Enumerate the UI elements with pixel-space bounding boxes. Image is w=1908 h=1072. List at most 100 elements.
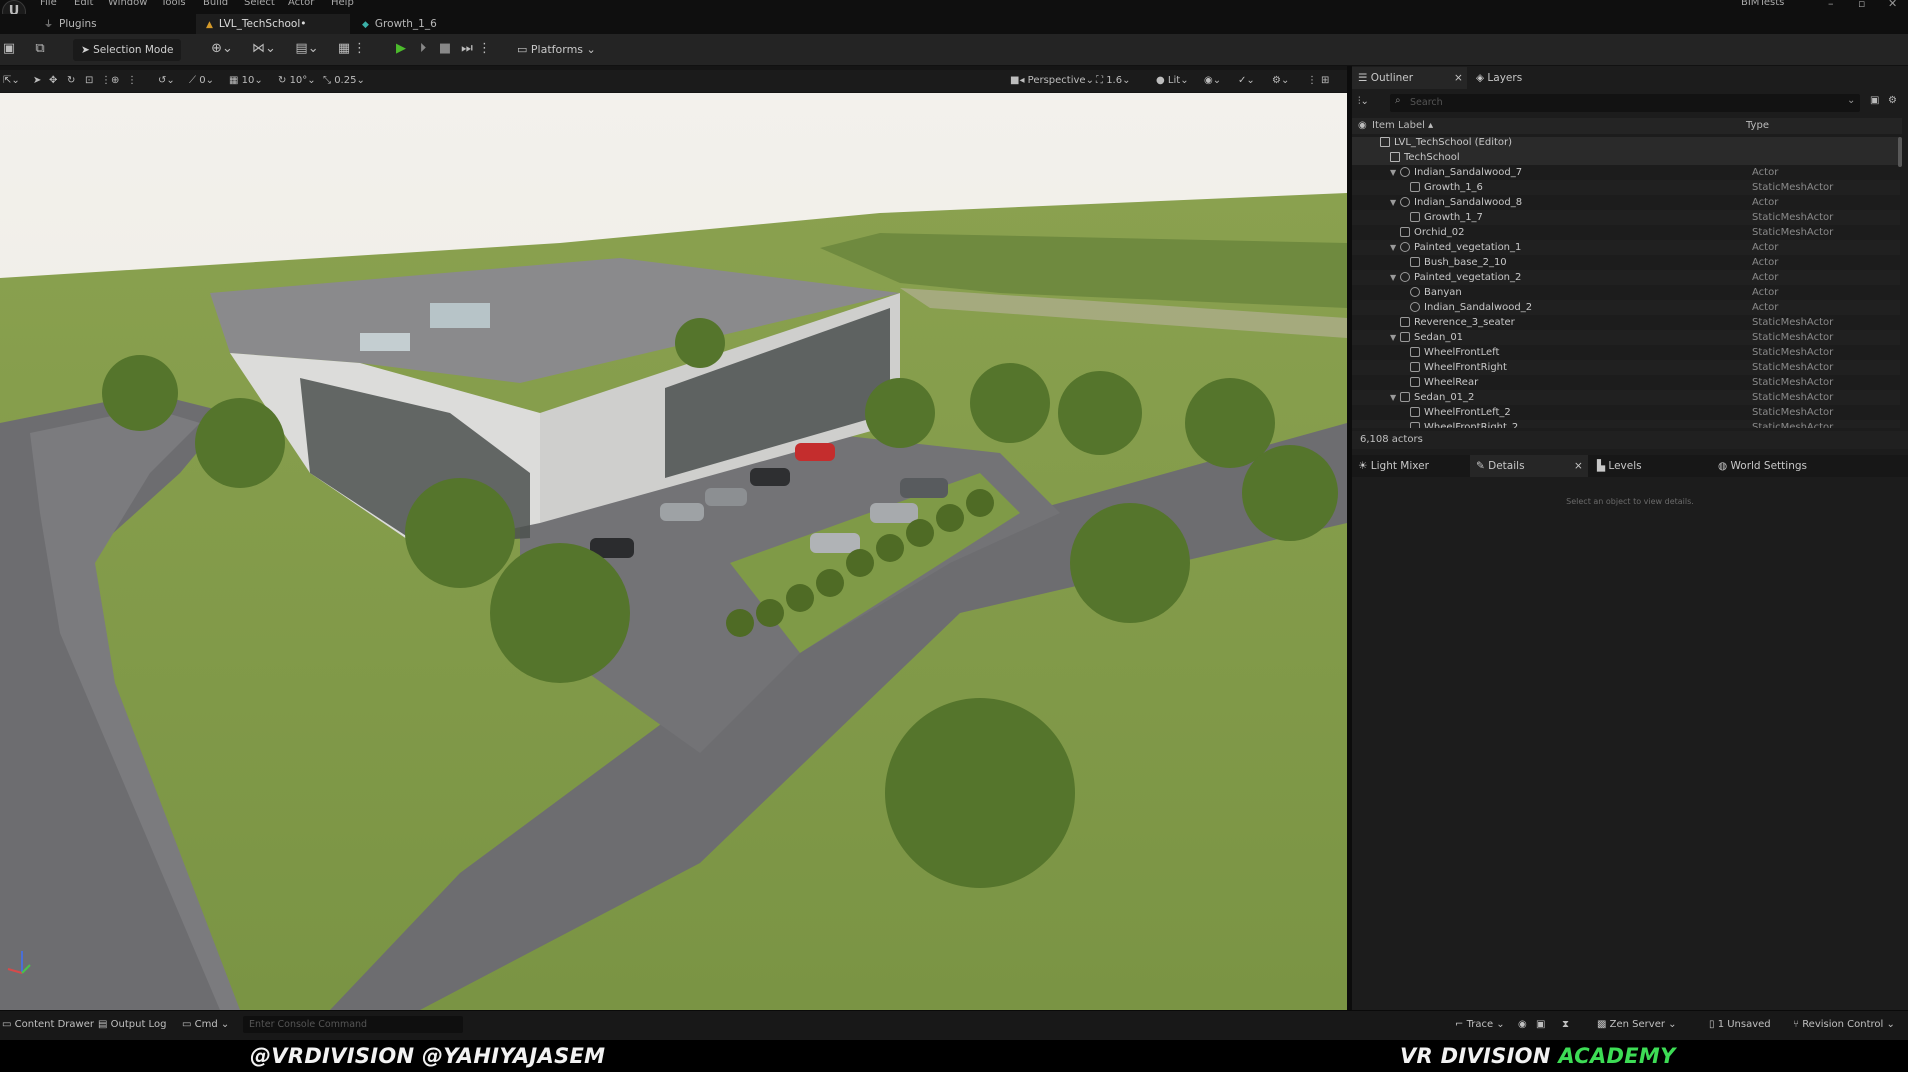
play-options-icon[interactable]: ⋮ xyxy=(478,40,491,58)
hourglass-icon[interactable]: ⧗ xyxy=(1562,1018,1569,1032)
outliner-row[interactable]: WheelFrontLeft_2 StaticMeshActor xyxy=(1352,405,1900,420)
tab-outliner[interactable]: ☰ Outliner × xyxy=(1352,67,1467,89)
cinematics-icon[interactable]: ▤⌄ xyxy=(293,40,321,58)
stop-icon[interactable]: ■ xyxy=(436,40,454,58)
menu-select[interactable]: Select xyxy=(244,0,275,8)
platforms-dropdown[interactable]: ▭ Platforms ⌄ xyxy=(517,40,596,60)
column-item-label[interactable]: Item Label ▴ xyxy=(1372,118,1433,134)
maximize-icon[interactable]: ▫ xyxy=(1858,0,1865,10)
outliner-row[interactable]: TechSchool xyxy=(1352,150,1900,165)
expand-arrow-icon[interactable]: ▼ xyxy=(1390,240,1396,255)
layout-icon[interactable]: ⊞ xyxy=(1321,73,1329,89)
tab-light-mixer[interactable]: ☀ Light Mixer xyxy=(1352,455,1467,477)
outliner-row[interactable]: Banyan Actor xyxy=(1352,285,1900,300)
outliner-row[interactable]: ▼ Painted_vegetation_1 Actor xyxy=(1352,240,1900,255)
outliner-row[interactable]: Growth_1_6 StaticMeshActor xyxy=(1352,180,1900,195)
more-icon[interactable]: ⋮ xyxy=(353,40,366,58)
outliner-row[interactable]: Bush_base_2_10 Actor xyxy=(1352,255,1900,270)
add-actor-icon[interactable]: ⊕⌄ xyxy=(208,40,236,58)
build-icon[interactable]: ▦ xyxy=(335,40,353,58)
rotate-tool-icon[interactable]: ↻ xyxy=(67,73,75,89)
menu-help[interactable]: Help xyxy=(331,0,354,8)
world-local-icon[interactable]: ⊕ xyxy=(111,73,119,89)
tab-layers[interactable]: ◈ Layers xyxy=(1470,67,1550,89)
unsaved-button[interactable]: ▯ 1 Unsaved xyxy=(1709,1018,1771,1032)
scale-snap-button[interactable]: ⤡ 0.25⌄ xyxy=(323,73,365,89)
perspective-dropdown[interactable]: ■◂ Perspective⌄ xyxy=(1010,73,1094,89)
tab-plugins[interactable]: ⏚ Plugins xyxy=(34,14,194,34)
menu-file[interactable]: File xyxy=(40,0,57,8)
show-flags-icon[interactable]: ◉⌄ xyxy=(1204,73,1221,89)
close-tab-icon[interactable]: × xyxy=(1574,455,1583,477)
column-type[interactable]: Type xyxy=(1746,118,1769,134)
trace-dropdown[interactable]: ⌐ Trace ⌄ xyxy=(1455,1018,1505,1032)
step-icon[interactable]: ⏵ xyxy=(414,40,432,58)
outliner-search-input[interactable]: Search xyxy=(1390,94,1860,112)
menu-edit[interactable]: Edit xyxy=(74,0,93,8)
minimize-icon[interactable]: – xyxy=(1828,0,1834,10)
scale-tool-icon[interactable]: ⊡ xyxy=(85,73,93,89)
selection-mode-dropdown[interactable]: ➤ Selection Mode ⌄ xyxy=(73,39,181,78)
more-icon[interactable]: ⋮ xyxy=(101,73,111,89)
angle-snap-button[interactable]: ↻ 10°⌄ xyxy=(278,73,316,89)
outliner-row[interactable]: Reverence_3_seater StaticMeshActor xyxy=(1352,315,1900,330)
select-tool-icon[interactable]: ➤ xyxy=(33,73,41,89)
close-tab-icon[interactable]: × xyxy=(1454,67,1463,89)
blueprint-icon[interactable]: ⋈⌄ xyxy=(250,40,278,58)
add-folder-icon[interactable]: ▣ xyxy=(1870,95,1879,106)
menu-actor[interactable]: Actor xyxy=(288,0,314,8)
grid-snap-button[interactable]: ▦ 10⌄ xyxy=(229,73,263,89)
outliner-row[interactable]: LVL_TechSchool (Editor) xyxy=(1352,137,1900,150)
close-window-icon[interactable]: ✕ xyxy=(1888,0,1897,10)
camera-speed-dropdown[interactable]: ⛶ 1.6⌄ xyxy=(1096,73,1130,89)
outliner-row[interactable]: WheelFrontRight StaticMeshActor xyxy=(1352,360,1900,375)
level-viewport[interactable] xyxy=(0,93,1347,1010)
outliner-row[interactable]: WheelFrontLeft StaticMeshActor xyxy=(1352,345,1900,360)
lit-dropdown[interactable]: ● Lit⌄ xyxy=(1156,73,1189,89)
menu-tools[interactable]: Tools xyxy=(161,0,186,8)
record-icon[interactable]: ◉ xyxy=(1518,1018,1527,1032)
outliner-row[interactable]: ▼ Indian_Sandalwood_8 Actor xyxy=(1352,195,1900,210)
outliner-row[interactable]: WheelFrontRight_2 StaticMeshActor xyxy=(1352,420,1900,428)
outliner-row[interactable]: Orchid_02 StaticMeshActor xyxy=(1352,225,1900,240)
outliner-row[interactable]: ▼ Sedan_01 StaticMeshActor xyxy=(1352,330,1900,345)
expand-arrow-icon[interactable]: ▼ xyxy=(1390,270,1396,285)
tab-growth[interactable]: ◆ Growth_1_6 xyxy=(352,14,502,34)
outliner-row[interactable]: ▼ Sedan_01_2 StaticMeshActor xyxy=(1352,390,1900,405)
settings-icon[interactable]: ⚙⌄ xyxy=(1272,73,1289,89)
zen-server-dropdown[interactable]: ▩ Zen Server ⌄ xyxy=(1597,1018,1677,1032)
play-icon[interactable]: ▶ xyxy=(392,40,410,58)
screenshot-icon[interactable]: ▣ xyxy=(1536,1018,1545,1032)
chevron-down-icon[interactable]: ⌄ xyxy=(1847,95,1855,106)
content-drawer-button[interactable]: ▭ Content Drawer xyxy=(2,1018,94,1032)
outliner-row[interactable]: ▼ Indian_Sandalwood_7 Actor xyxy=(1352,165,1900,180)
outliner-row[interactable]: WheelRear StaticMeshActor xyxy=(1352,375,1900,390)
output-log-button[interactable]: ▤ Output Log xyxy=(98,1018,166,1032)
surface-snap-icon[interactable]: ↺⌄ xyxy=(158,73,175,89)
tab-details[interactable]: ✎ Details × xyxy=(1470,455,1588,477)
rotation-snap-button[interactable]: ⟋ 0⌄ xyxy=(189,73,214,89)
expand-arrow-icon[interactable]: ▼ xyxy=(1390,330,1396,345)
more-icon[interactable]: ⋮ xyxy=(1307,73,1317,89)
tab-world-settings[interactable]: ◍ World Settings xyxy=(1712,455,1832,477)
outliner-row[interactable]: ▼ Painted_vegetation_2 Actor xyxy=(1352,270,1900,285)
outliner-scrollbar[interactable] xyxy=(1898,137,1902,167)
expand-arrow-icon[interactable]: ▼ xyxy=(1390,165,1396,180)
tab-level[interactable]: ▲ LVL_TechSchool• xyxy=(196,14,350,34)
settings-icon[interactable]: ⚙ xyxy=(1888,95,1897,106)
transform-menu-icon[interactable]: ⇱⌄ xyxy=(3,73,20,89)
visibility-icon[interactable]: ◉ xyxy=(1358,118,1367,134)
tab-levels[interactable]: ▙ Levels xyxy=(1591,455,1701,477)
more-icon[interactable]: ⋮ xyxy=(127,73,137,89)
expand-arrow-icon[interactable]: ▼ xyxy=(1390,195,1396,210)
save-icon[interactable]: ▣ xyxy=(0,40,18,58)
menu-build[interactable]: Build xyxy=(203,0,228,8)
browse-icon[interactable]: ⧉ xyxy=(31,40,49,58)
filter-icon[interactable]: ⫶⌄ xyxy=(1358,96,1369,107)
menu-window[interactable]: Window xyxy=(108,0,147,8)
translate-tool-icon[interactable]: ✥ xyxy=(49,73,57,89)
launch-icon[interactable]: ⏭ xyxy=(458,40,476,58)
outliner-row[interactable]: Growth_1_7 StaticMeshActor xyxy=(1352,210,1900,225)
realtime-icon[interactable]: ✓⌄ xyxy=(1238,73,1255,89)
revision-control-dropdown[interactable]: ⑂ Revision Control ⌄ xyxy=(1793,1018,1895,1032)
